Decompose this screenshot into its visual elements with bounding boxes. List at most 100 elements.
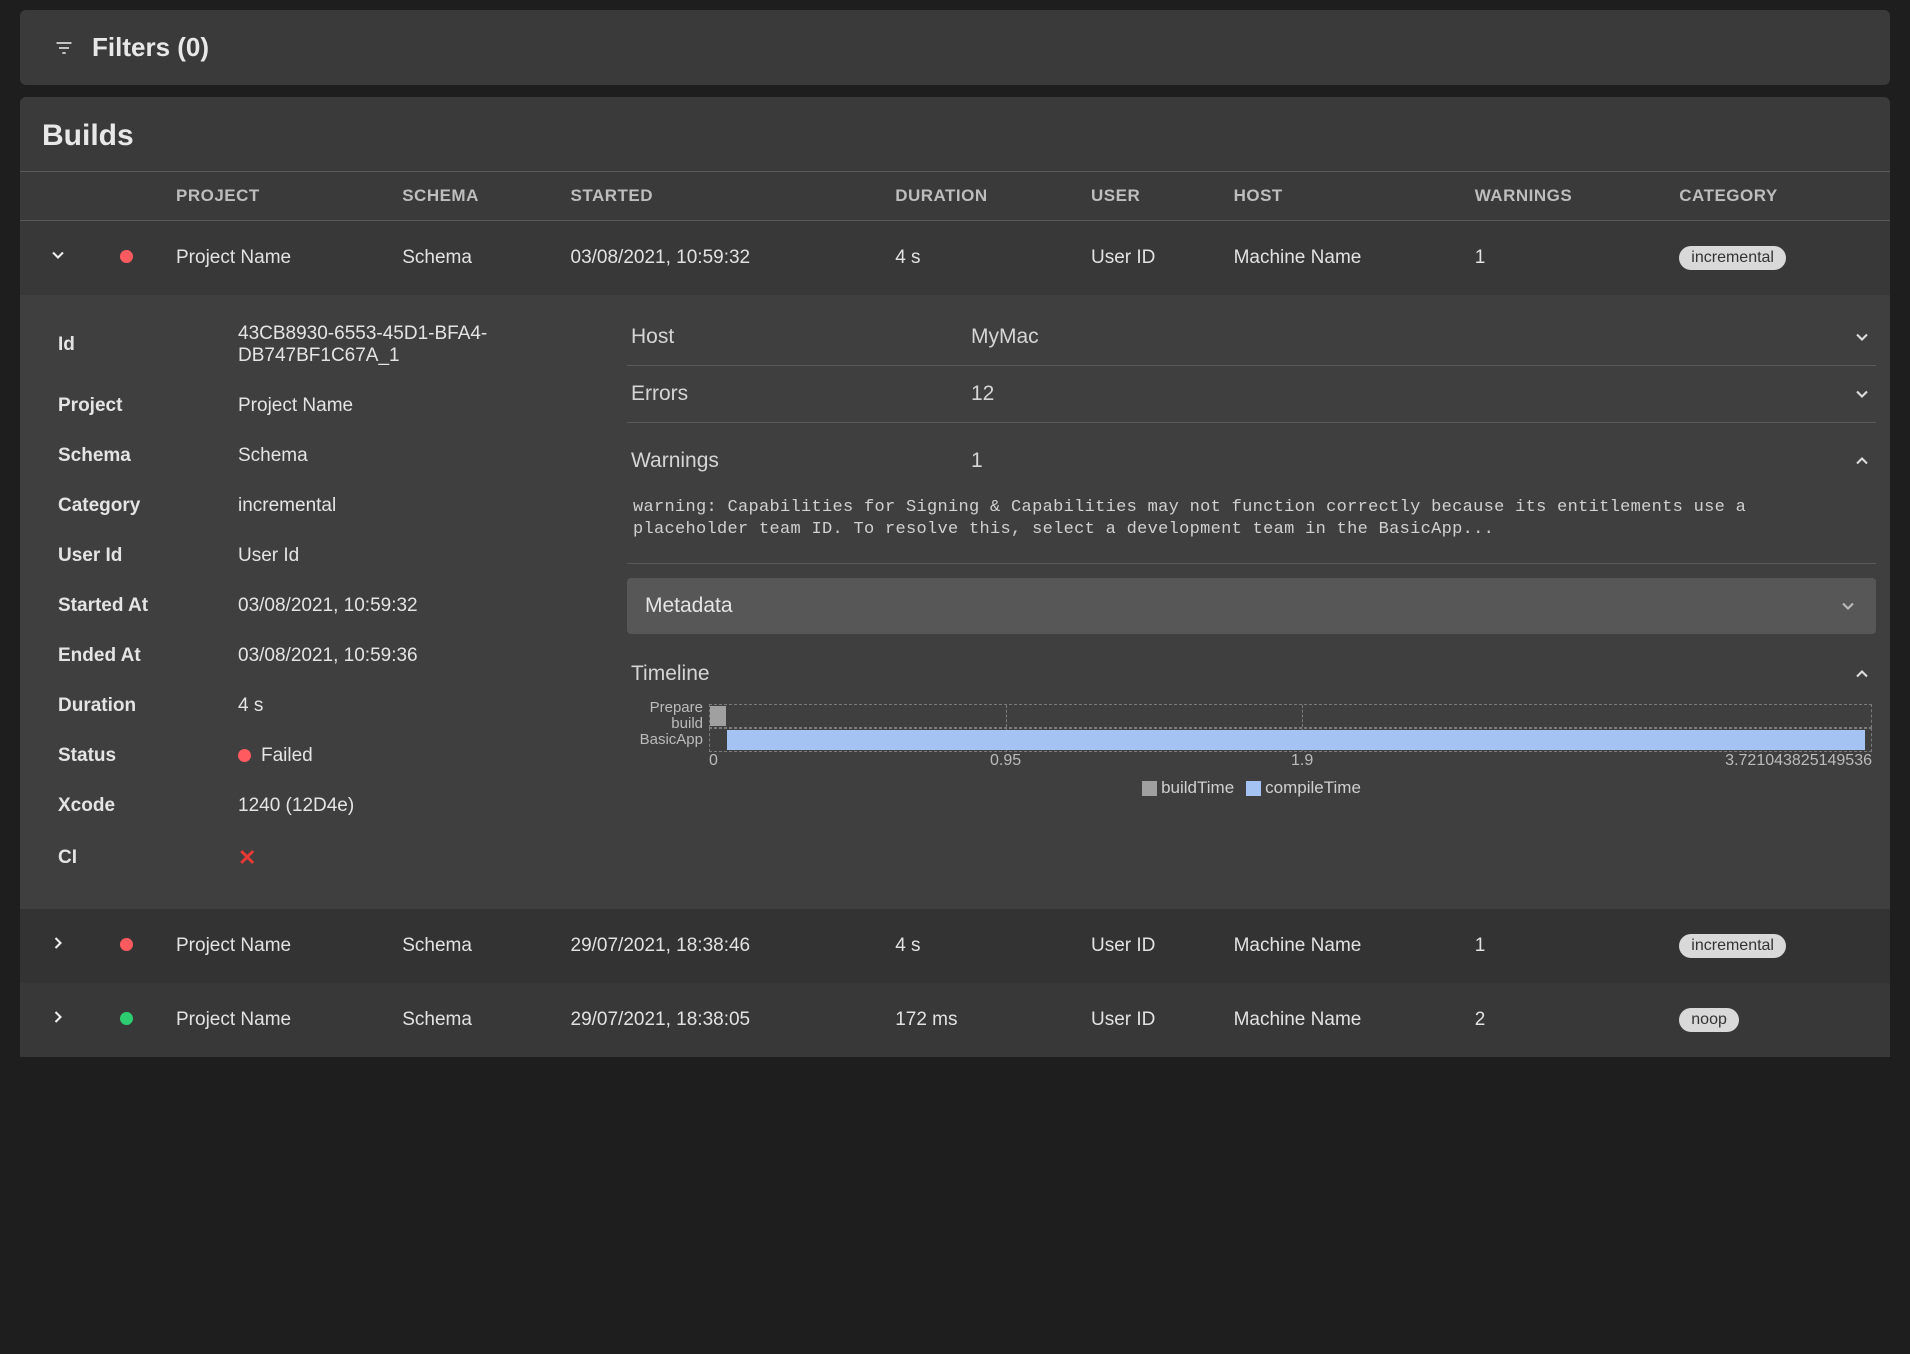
warnings-label: Warnings <box>631 449 971 473</box>
cell-schema: Schema <box>392 221 560 296</box>
cell-host: Machine Name <box>1224 909 1465 983</box>
kv-key: CI <box>34 831 214 885</box>
kv-value: 1240 (12D4e) <box>214 781 609 831</box>
host-label: Host <box>631 325 971 349</box>
kv-key: Id <box>34 309 214 381</box>
table-row[interactable]: Project Name Schema 29/07/2021, 18:38:46… <box>20 909 1890 983</box>
timeline-row-label: Prepare build <box>631 700 709 732</box>
ci-false-icon: ✕ <box>238 845 256 870</box>
kv-value: Schema <box>214 431 609 481</box>
cell-started: 03/08/2021, 10:59:32 <box>561 221 886 296</box>
cell-warnings: 1 <box>1465 221 1670 296</box>
host-header[interactable]: Host MyMac <box>627 309 1876 365</box>
cell-duration: 172 ms <box>885 983 1081 1057</box>
kv-value: ✕ <box>214 831 609 885</box>
cell-warnings: 2 <box>1465 983 1670 1057</box>
kv-value: 43CB8930-6553-45D1-BFA4-DB747BF1C67A_1 <box>214 309 609 381</box>
kv-key: Category <box>34 481 214 531</box>
timeline-track <box>709 728 1872 752</box>
warnings-header[interactable]: Warnings 1 <box>627 423 1876 489</box>
timeline-legend: buildTime compileTime <box>631 774 1872 802</box>
kv-value: incremental <box>214 481 609 531</box>
col-started[interactable]: STARTED <box>561 172 886 221</box>
kv-value: Project Name <box>214 381 609 431</box>
kv-key: Started At <box>34 581 214 631</box>
timeline-row-label: BasicApp <box>631 732 709 748</box>
kv-value: User Id <box>214 531 609 581</box>
category-chip: incremental <box>1679 246 1786 270</box>
col-user[interactable]: USER <box>1081 172 1224 221</box>
chevron-down-icon <box>1838 596 1858 616</box>
timeline-header[interactable]: Timeline <box>627 648 1876 696</box>
filters-panel: Filters (0) <box>20 10 1890 85</box>
kv-key: Ended At <box>34 631 214 681</box>
cell-warnings: 1 <box>1465 909 1670 983</box>
builds-title: Builds <box>20 119 1890 171</box>
detail-kv-table: Id43CB8930-6553-45D1-BFA4-DB747BF1C67A_1… <box>34 309 609 885</box>
table-header-row: PROJECT SCHEMA STARTED DURATION USER HOS… <box>20 172 1890 221</box>
cell-started: 29/07/2021, 18:38:46 <box>561 909 886 983</box>
builds-table: PROJECT SCHEMA STARTED DURATION USER HOS… <box>20 171 1890 1057</box>
timeline-track <box>709 704 1872 728</box>
axis-tick: 1.9 <box>1291 752 1313 770</box>
timeline-section: Timeline Prepare build <box>627 648 1876 806</box>
kv-value: 4 s <box>214 681 609 731</box>
chevron-up-icon <box>1852 451 1872 471</box>
timeline-bar-compiletime <box>727 730 1865 750</box>
table-row[interactable]: Project Name Schema 29/07/2021, 18:38:05… <box>20 983 1890 1057</box>
chevron-up-icon <box>1852 664 1872 684</box>
kv-key: Project <box>34 381 214 431</box>
metadata-section: Metadata <box>627 578 1876 634</box>
kv-key: Duration <box>34 681 214 731</box>
status-text: Failed <box>261 745 313 766</box>
legend-swatch <box>1246 781 1261 796</box>
errors-label: Errors <box>631 382 971 406</box>
builds-panel: Builds PROJECT SCHEMA STARTED DURATION U… <box>20 97 1890 1057</box>
cell-project: Project Name <box>166 909 392 983</box>
cell-user: User ID <box>1081 983 1224 1057</box>
status-dot-failed <box>238 749 251 762</box>
col-category[interactable]: CATEGORY <box>1669 172 1890 221</box>
detail-right-column: Host MyMac Errors 12 <box>627 309 1876 885</box>
timeline-row-basicapp: BasicApp <box>631 728 1872 752</box>
status-dot-failed <box>120 250 133 263</box>
col-duration[interactable]: DURATION <box>885 172 1081 221</box>
kv-key: Status <box>34 731 214 781</box>
filter-icon[interactable] <box>54 38 74 58</box>
kv-key: Schema <box>34 431 214 481</box>
col-warnings[interactable]: WARNINGS <box>1465 172 1670 221</box>
timeline-bar-buildtime <box>710 706 726 726</box>
errors-header[interactable]: Errors 12 <box>627 366 1876 422</box>
errors-section: Errors 12 <box>627 366 1876 423</box>
warning-message: warning: Capabilities for Signing & Capa… <box>627 489 1876 563</box>
legend-label: compileTime <box>1265 778 1361 797</box>
col-project[interactable]: PROJECT <box>166 172 392 221</box>
expand-toggle[interactable] <box>48 933 68 953</box>
host-value: MyMac <box>971 325 1852 349</box>
legend-swatch <box>1142 781 1157 796</box>
col-schema[interactable]: SCHEMA <box>392 172 560 221</box>
category-chip: incremental <box>1679 934 1786 958</box>
status-dot-success <box>120 1012 133 1025</box>
cell-host: Machine Name <box>1224 983 1465 1057</box>
kv-value: Failed <box>214 731 609 781</box>
table-row[interactable]: Project Name Schema 03/08/2021, 10:59:32… <box>20 221 1890 296</box>
cell-schema: Schema <box>392 909 560 983</box>
timeline-label: Timeline <box>631 662 1852 686</box>
chevron-down-icon <box>1852 384 1872 404</box>
col-host[interactable]: HOST <box>1224 172 1465 221</box>
expand-toggle[interactable] <box>48 245 68 265</box>
axis-tick: 0 <box>709 752 718 770</box>
cell-duration: 4 s <box>885 909 1081 983</box>
kv-value: 03/08/2021, 10:59:36 <box>214 631 609 681</box>
metadata-header[interactable]: Metadata <box>627 578 1876 634</box>
warnings-section: Warnings 1 warning: Capabilities for Sig… <box>627 423 1876 564</box>
host-section: Host MyMac <box>627 309 1876 366</box>
cell-user: User ID <box>1081 909 1224 983</box>
status-dot-failed <box>120 938 133 951</box>
cell-user: User ID <box>1081 221 1224 296</box>
filters-title[interactable]: Filters (0) <box>92 32 209 63</box>
cell-schema: Schema <box>392 983 560 1057</box>
expand-toggle[interactable] <box>48 1007 68 1027</box>
legend-item-buildtime: buildTime <box>1142 778 1234 798</box>
